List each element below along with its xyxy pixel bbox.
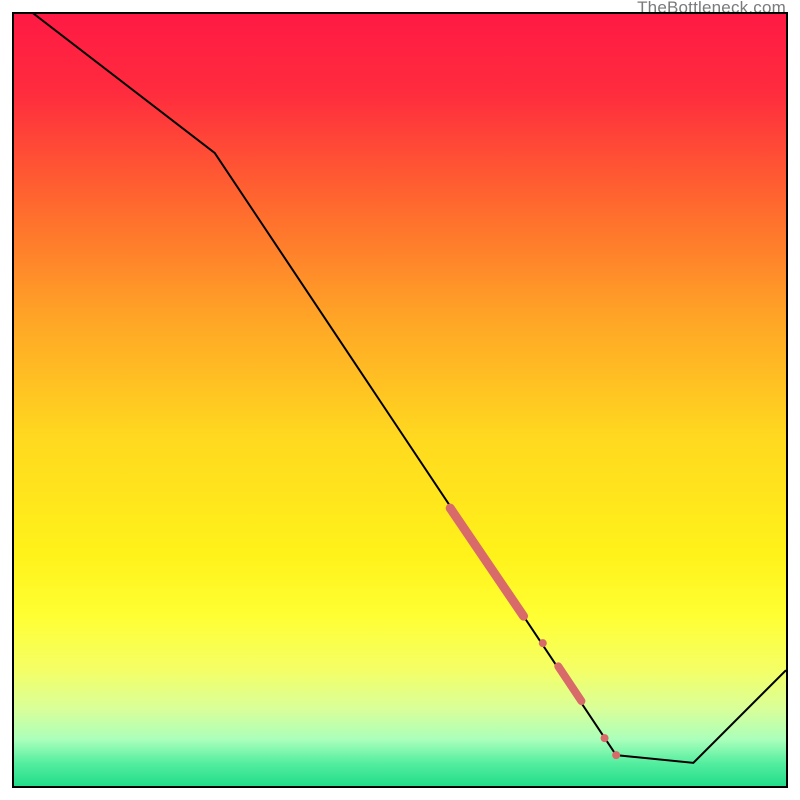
- plot-area: [12, 12, 788, 788]
- series-bottleneck-curve: [14, 14, 786, 763]
- highlight-segment-2: [558, 666, 581, 701]
- highlight-dot-2: [601, 734, 609, 742]
- highlight-dot-1: [539, 639, 547, 647]
- highlight-segment-1: [450, 508, 523, 616]
- curve-layer: [14, 14, 786, 786]
- chart-container: TheBottleneck.com: [0, 0, 800, 800]
- highlight-dot-3: [612, 751, 620, 759]
